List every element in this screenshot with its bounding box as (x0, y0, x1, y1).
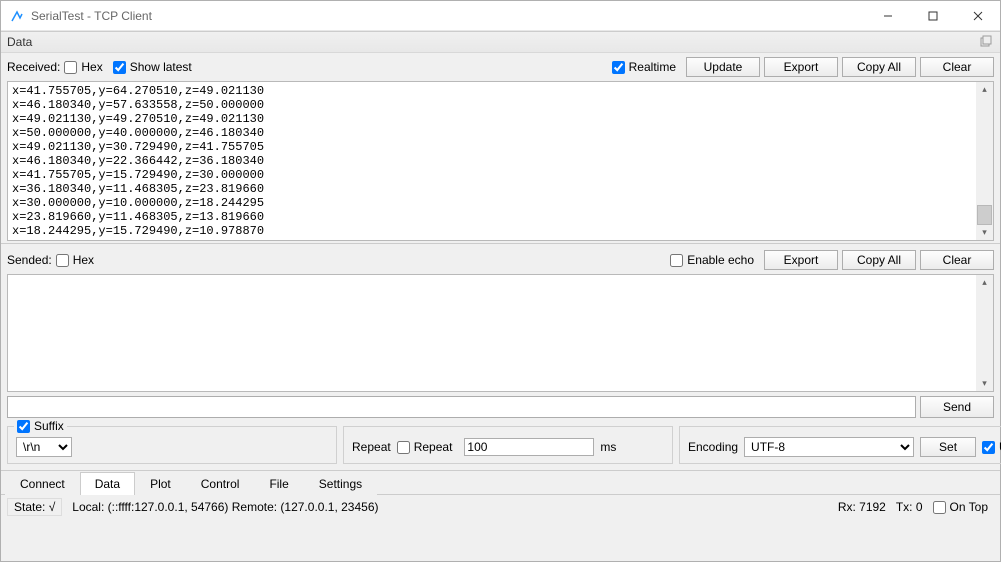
send-row: Send (1, 392, 1000, 422)
suffix-checkbox[interactable]: Suffix (14, 419, 67, 433)
scroll-up-icon[interactable]: ▴ (982, 84, 987, 95)
scroll-thumb[interactable] (977, 205, 992, 225)
status-rx: Rx: 7192 (838, 500, 886, 514)
unescape-checkbox[interactable]: Unescape (982, 440, 1001, 454)
maximize-button[interactable] (910, 1, 955, 30)
repeat-unit: ms (600, 440, 616, 454)
close-button[interactable] (955, 1, 1000, 30)
panel-title: Data (7, 35, 32, 49)
received-scrollbar[interactable]: ▴ ▾ (976, 82, 993, 240)
scroll-up-icon[interactable]: ▴ (982, 277, 987, 288)
repeat-legend: Repeat (352, 440, 391, 454)
scroll-down-icon[interactable]: ▾ (982, 227, 987, 238)
window-title: SerialTest - TCP Client (31, 9, 865, 23)
repeat-checkbox[interactable]: Repeat (397, 440, 453, 454)
tab-file[interactable]: File (254, 472, 303, 495)
tab-control[interactable]: Control (186, 472, 255, 495)
realtime-checkbox[interactable]: Realtime (612, 60, 676, 74)
encoding-select[interactable]: UTF-8 (744, 437, 914, 457)
encoding-legend: Encoding (688, 440, 738, 454)
on-top-checkbox[interactable]: On Top (933, 500, 988, 514)
send-button[interactable]: Send (920, 396, 994, 418)
sended-scrollbar[interactable]: ▴ ▾ (976, 275, 993, 391)
suffix-select[interactable]: \r\n (16, 437, 72, 457)
sended-hex-checkbox[interactable]: Hex (56, 253, 94, 267)
sended-copy-button[interactable]: Copy All (842, 250, 916, 270)
received-clear-button[interactable]: Clear (920, 57, 994, 77)
sended-toolbar: Sended: Hex Enable echo Export Copy All … (1, 246, 1000, 274)
received-export-button[interactable]: Export (764, 57, 838, 77)
panel-header: Data (1, 31, 1000, 53)
sended-label: Sended: (7, 253, 52, 267)
enable-echo-checkbox[interactable]: Enable echo (670, 253, 754, 267)
popout-icon[interactable] (980, 35, 994, 49)
status-tx: Tx: 0 (896, 500, 923, 514)
main-tabs: ConnectDataPlotControlFileSettings (1, 470, 1000, 495)
titlebar: SerialTest - TCP Client (1, 1, 1000, 31)
sended-textarea[interactable]: ▴ ▾ (7, 274, 994, 392)
minimize-button[interactable] (865, 1, 910, 30)
status-bar: State: √ Local: (::ffff:127.0.0.1, 54766… (1, 495, 1000, 519)
received-label: Received: (7, 60, 60, 74)
received-text-content: x=41.755705,y=64.270510,z=49.021130 x=46… (8, 82, 976, 240)
repeat-group: Repeat Repeat ms (343, 426, 673, 464)
sended-clear-button[interactable]: Clear (920, 250, 994, 270)
encoding-set-button[interactable]: Set (920, 437, 976, 457)
send-input[interactable] (7, 396, 916, 418)
tab-connect[interactable]: Connect (5, 472, 80, 495)
sended-export-button[interactable]: Export (764, 250, 838, 270)
encoding-group: Encoding UTF-8 Set Unescape (679, 426, 1001, 464)
received-toolbar: Received: Hex Show latest Realtime Updat… (1, 53, 1000, 81)
tab-settings[interactable]: Settings (304, 472, 377, 495)
tab-data[interactable]: Data (80, 472, 135, 495)
repeat-value[interactable] (464, 438, 594, 456)
received-hex-checkbox[interactable]: Hex (64, 60, 102, 74)
option-groups: Suffix \r\n Repeat Repeat ms Encoding UT… (1, 422, 1000, 470)
update-button[interactable]: Update (686, 57, 760, 77)
status-state: State: √ (7, 498, 62, 516)
app-icon (9, 8, 25, 24)
suffix-group: Suffix \r\n (7, 426, 337, 464)
received-copy-button[interactable]: Copy All (842, 57, 916, 77)
scroll-down-icon[interactable]: ▾ (982, 378, 987, 389)
show-latest-checkbox[interactable]: Show latest (113, 60, 192, 74)
splitter[interactable] (1, 243, 1000, 244)
received-textarea[interactable]: x=41.755705,y=64.270510,z=49.021130 x=46… (7, 81, 994, 241)
status-connection: Local: (::ffff:127.0.0.1, 54766) Remote:… (72, 500, 378, 514)
tab-plot[interactable]: Plot (135, 472, 186, 495)
